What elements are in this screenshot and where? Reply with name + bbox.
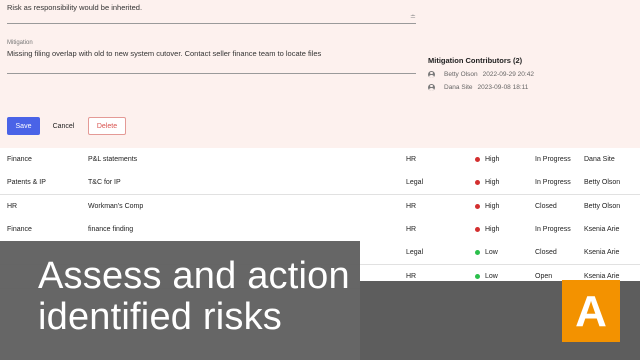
banner-title: Assess and action identified risks [38,256,350,338]
table-row[interactable]: HR Workman's Comp HR High Closed Betty Olson [0,194,640,219]
row-item: finance finding [88,225,134,233]
contributor-item: Dana Site 2023-09-08 18:11 [428,84,528,91]
risk-level-label: High [485,225,500,233]
risk-level-dot-icon [475,250,480,256]
row-status: In Progress [535,225,571,233]
row-status: Closed [535,249,557,257]
risk-level-dot-icon [475,157,480,162]
risk-level-label: High [485,179,500,187]
mitigation-textarea[interactable]: Missing filing overlap with old to new s… [7,49,321,58]
contributor-name: Betty Olson [444,71,478,78]
risk-textarea[interactable]: Risk as responsibility would be inherite… [7,3,142,12]
risk-edit-panel: Risk as responsibility would be inherite… [0,0,640,149]
row-owner: Dana Site [584,156,615,163]
table-row[interactable]: Patents & IP T&C for IP Legal High In Progre… [0,171,640,196]
row-category: Finance [7,225,32,233]
risk-level-label: High [485,156,500,163]
cancel-button[interactable]: Cancel [46,117,81,135]
risk-level-label: Low [485,249,498,257]
row-department: HR [406,156,417,163]
row-status: Closed [535,202,557,210]
row-status: In Progress [535,179,571,187]
row-risk-level: High [475,203,499,210]
risk-level-dot-icon [475,273,480,279]
risk-level-dot-icon [475,180,480,186]
row-owner: Ksenia Arie [584,249,620,257]
brand-logo-letter: A [575,287,607,336]
row-item: Workman's Comp [88,202,144,210]
row-department: HR [406,272,417,280]
row-department: Legal [406,179,424,187]
mitigation-label: Mitigation [7,40,33,46]
contributor-item: Betty Olson 2022-09-29 20:42 [428,71,534,78]
row-risk-level: Low [475,249,498,256]
row-department: HR [406,202,417,210]
risk-level-label: Low [485,272,498,280]
row-risk-level: Low [475,273,498,280]
row-item: T&C for IP [88,179,121,187]
delete-button[interactable]: Delete [88,117,126,135]
banner-title-line2: identified risks [38,296,282,338]
contributors-title: Mitigation Contributors (2) [428,56,523,65]
row-item: P&L statements [88,156,138,163]
row-owner: Ksenia Arie [584,225,620,233]
row-category: Finance [7,156,32,163]
row-risk-level: High [475,226,499,233]
person-icon [428,71,435,78]
risk-field-underline [7,23,416,24]
mitigation-field-underline [7,73,416,74]
row-department: HR [406,225,417,233]
table-row[interactable]: Finance P&L statements HR High In Progress Da… [0,148,640,172]
row-owner: Betty Olson [584,179,621,187]
contributor-date: 2023-09-08 18:11 [477,84,529,91]
row-owner: Betty Olson [584,202,621,210]
row-status: In Progress [535,156,571,163]
row-category: HR [7,202,18,210]
row-category: Patents & IP [7,179,46,187]
row-department: Legal [406,249,424,257]
person-icon [428,84,435,91]
banner-title-line1: Assess and action [38,255,350,297]
risk-level-dot-icon [475,203,480,209]
row-status: Open [535,272,553,280]
row-owner: Ksenia Arie [584,272,620,280]
resize-grip-icon[interactable]: ≐ [410,14,416,21]
risk-level-label: High [485,202,500,210]
contributor-date: 2022-09-29 20:42 [482,71,534,78]
table-row[interactable]: Finance finance finding HR High In Progress K… [0,217,640,242]
risk-level-dot-icon [475,226,480,232]
contributor-name: Dana Site [444,84,473,91]
row-risk-level: High [475,179,499,186]
row-risk-level: High [475,156,499,163]
save-button[interactable]: Save [7,117,40,135]
